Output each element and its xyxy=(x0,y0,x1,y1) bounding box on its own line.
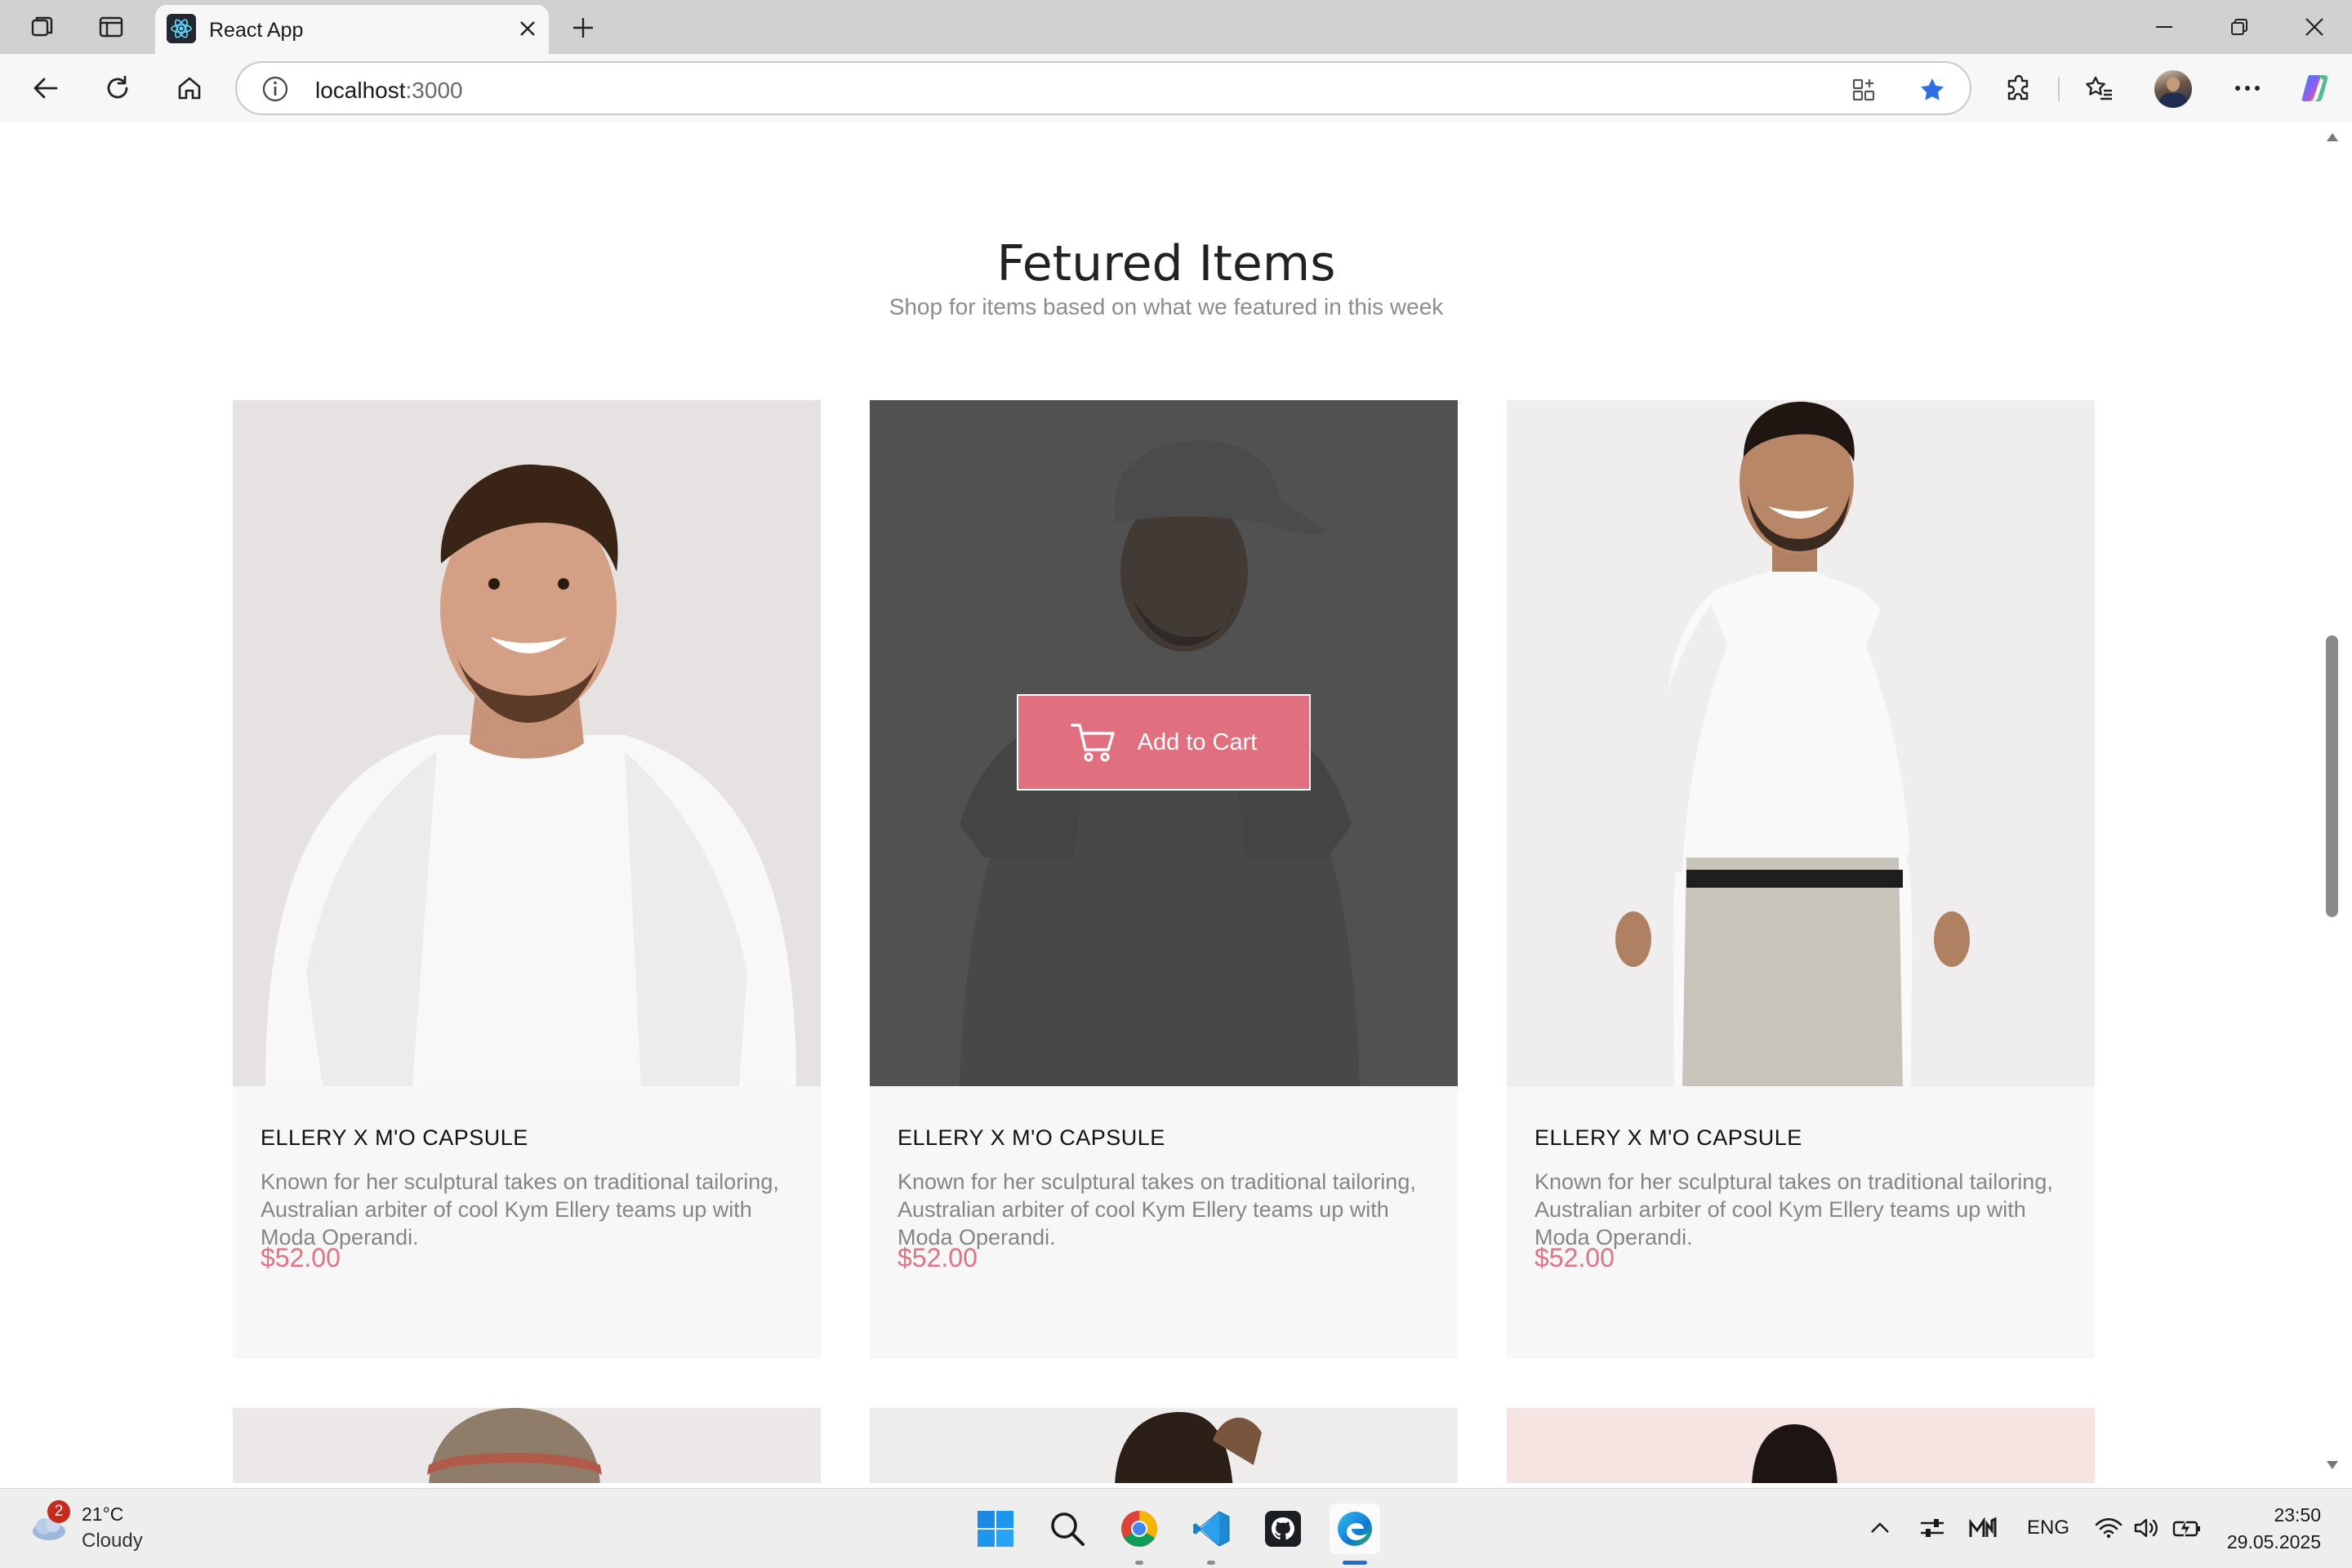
system-clock[interactable]: 23:50 29.05.2025 xyxy=(2223,1502,2321,1556)
product-card[interactable] xyxy=(233,1408,821,1483)
clock-time: 23:50 xyxy=(2274,1504,2321,1526)
product-card[interactable]: ELLERY X M'O CAPSULE Known for her sculp… xyxy=(1507,400,2095,1359)
scroll-up-icon[interactable] xyxy=(2324,129,2341,145)
app-available-icon[interactable] xyxy=(1847,74,1880,106)
vscode-icon[interactable] xyxy=(1186,1503,1236,1554)
favorite-star-icon[interactable] xyxy=(1916,74,1949,106)
product-price: $52.00 xyxy=(898,1243,978,1272)
edge-active-indicator xyxy=(1343,1561,1367,1565)
product-image[interactable] xyxy=(233,1408,821,1483)
page-viewport: Fetured Items Shop for items based on wh… xyxy=(7,122,2324,1483)
close-window-icon[interactable] xyxy=(2290,11,2339,43)
product-price: $52.00 xyxy=(261,1243,341,1272)
settings-toggle-icon[interactable] xyxy=(1918,1513,1947,1543)
extensions-icon[interactable] xyxy=(2001,70,2037,106)
windows-taskbar: 2 21°C Cloudy ENG 23:50 29.05.2025 xyxy=(0,1488,2352,1568)
new-tab-icon[interactable] xyxy=(567,11,599,44)
weather-badge: 2 xyxy=(47,1500,70,1523)
product-image[interactable] xyxy=(1507,1408,2095,1483)
product-card[interactable]: Add to Cart ELLERY X M'O CAPSULE Known f… xyxy=(870,400,1458,1359)
favorites-icon[interactable] xyxy=(2081,70,2117,106)
add-to-cart-button[interactable]: Add to Cart xyxy=(1017,694,1311,791)
copilot-icon[interactable] xyxy=(2298,70,2334,106)
product-name[interactable]: ELLERY X M'O CAPSULE xyxy=(1535,1125,1802,1151)
product-price: $52.00 xyxy=(1535,1243,1615,1272)
product-name[interactable]: ELLERY X M'O CAPSULE xyxy=(261,1125,528,1151)
battery-charging-icon[interactable] xyxy=(2172,1513,2202,1543)
windows-start-icon[interactable] xyxy=(970,1503,1021,1554)
close-tab-icon[interactable] xyxy=(513,14,542,43)
section-title: Fetured Items xyxy=(996,235,1336,292)
browser-titlebar: React App xyxy=(0,0,2352,56)
scrollbar-thumb[interactable] xyxy=(2326,635,2338,917)
product-description: Known for her sculptural takes on tradit… xyxy=(261,1169,779,1250)
weather-condition[interactable]: Cloudy xyxy=(82,1530,143,1552)
toolbar-divider xyxy=(2058,77,2060,101)
language-indicator[interactable]: ENG xyxy=(2027,1517,2069,1539)
address-bar[interactable]: localhost:3000 xyxy=(235,61,1971,115)
product-image[interactable] xyxy=(1507,400,2095,1086)
product-card[interactable] xyxy=(870,1408,1458,1483)
product-description: Known for her sculptural takes on tradit… xyxy=(1535,1169,2053,1250)
chrome-icon[interactable] xyxy=(1114,1503,1165,1554)
volume-icon[interactable] xyxy=(2132,1513,2161,1543)
search-icon[interactable] xyxy=(1042,1503,1093,1554)
restore-icon[interactable] xyxy=(2215,11,2264,43)
github-desktop-icon[interactable] xyxy=(1258,1503,1308,1554)
product-image[interactable] xyxy=(233,400,821,1086)
tab-actions-icon[interactable] xyxy=(95,11,127,43)
browser-toolbar: localhost:3000 xyxy=(0,54,2352,122)
cart-icon xyxy=(1070,722,1116,763)
chrome-running-indicator xyxy=(1135,1561,1143,1565)
url-text: localhost:3000 xyxy=(315,78,463,103)
product-card[interactable]: ELLERY X M'O CAPSULE Known for her sculp… xyxy=(233,400,821,1359)
home-icon[interactable] xyxy=(172,70,207,106)
workspaces-icon[interactable] xyxy=(26,11,59,43)
browser-tab[interactable]: React App xyxy=(155,5,549,56)
react-favicon xyxy=(167,14,196,43)
tab-title: React App xyxy=(209,19,304,42)
info-icon[interactable] xyxy=(261,75,289,103)
product-card[interactable] xyxy=(1507,1408,2095,1483)
scroll-down-icon[interactable] xyxy=(2324,1457,2341,1473)
weather-temp[interactable]: 21°C xyxy=(82,1503,123,1526)
refresh-icon[interactable] xyxy=(100,70,136,106)
product-image[interactable] xyxy=(870,1408,1458,1483)
product-description: Known for her sculptural takes on tradit… xyxy=(898,1169,1416,1250)
show-hidden-icons-chevron-up-icon[interactable] xyxy=(1865,1513,1895,1543)
product-name[interactable]: ELLERY X M'O CAPSULE xyxy=(898,1125,1165,1151)
edge-icon[interactable] xyxy=(1330,1503,1380,1554)
clock-date: 29.05.2025 xyxy=(2226,1531,2321,1552)
minimize-icon[interactable] xyxy=(2140,11,2189,43)
profile-avatar[interactable] xyxy=(2154,70,2192,108)
wifi-icon[interactable] xyxy=(2094,1513,2123,1543)
monitoring-app-icon[interactable] xyxy=(1968,1513,1998,1543)
section-subtitle: Shop for items based on what we featured… xyxy=(889,294,1444,319)
back-icon[interactable] xyxy=(28,70,64,106)
more-icon[interactable] xyxy=(2230,70,2265,106)
vscode-running-indicator xyxy=(1207,1561,1215,1565)
add-to-cart-label: Add to Cart xyxy=(1137,728,1258,755)
